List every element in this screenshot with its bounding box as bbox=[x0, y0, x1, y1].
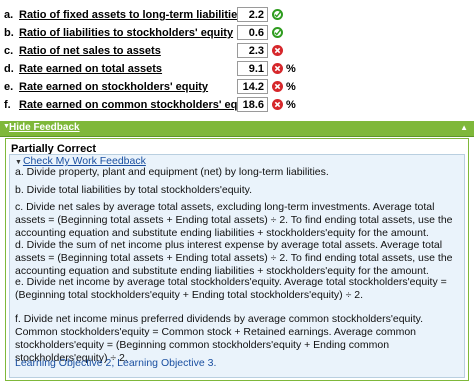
answer-input[interactable] bbox=[237, 97, 268, 112]
feedback-item: c. Divide net sales by average total ass… bbox=[15, 201, 453, 239]
x-icon bbox=[272, 63, 283, 74]
learning-objectives: Learning Objective 2, Learning Objective… bbox=[15, 357, 216, 369]
x-icon bbox=[272, 99, 283, 110]
lo-suffix: . bbox=[213, 357, 217, 369]
feedback-item: a. Divide property, plant and equipment … bbox=[15, 166, 329, 178]
question-label: Ratio of liabilities to stockholders' eq… bbox=[19, 27, 234, 39]
feedback-content: ▼Check My Work Feedback a. Divide proper… bbox=[9, 154, 465, 378]
feedback-panel: Partially Correct ▼Check My Work Feedbac… bbox=[5, 138, 469, 381]
question-label: Ratio of fixed assets to long-term liabi… bbox=[19, 9, 244, 21]
percent-unit: % bbox=[286, 63, 296, 75]
percent-unit: % bbox=[286, 99, 296, 111]
question-label: Rate earned on total assets bbox=[19, 63, 163, 75]
triangle-down-icon: ▼ bbox=[15, 159, 22, 166]
learning-objective-2-link[interactable]: Learning Objective 2 bbox=[15, 357, 111, 369]
question-letter: b. bbox=[4, 27, 14, 39]
question-letter: f. bbox=[4, 99, 11, 111]
answer-input[interactable] bbox=[237, 79, 268, 94]
question-label: Ratio of net sales to assets bbox=[19, 45, 161, 57]
feedback-item: b. Divide total liabilities by total sto… bbox=[15, 184, 253, 196]
learning-objective-3-link[interactable]: Learning Objective 3 bbox=[117, 357, 213, 369]
question-label: Rate earned on common stockholders' equi… bbox=[19, 99, 257, 111]
feedback-item: e. Divide net income by average total st… bbox=[15, 276, 447, 301]
x-icon bbox=[272, 81, 283, 92]
percent-unit: % bbox=[286, 81, 296, 93]
check-icon bbox=[272, 9, 283, 20]
answer-input[interactable] bbox=[237, 61, 268, 76]
x-icon bbox=[272, 45, 283, 56]
feedback-item: d. Divide the sum of net income plus int… bbox=[15, 239, 453, 277]
collapse-icon[interactable]: ▲ bbox=[460, 123, 468, 132]
answer-input[interactable] bbox=[237, 43, 268, 58]
question-letter: a. bbox=[4, 9, 14, 21]
question-label: Rate earned on stockholders' equity bbox=[19, 81, 209, 93]
answer-input[interactable] bbox=[237, 7, 268, 22]
feedback-bar[interactable]: ▼ Hide Feedback ▲ bbox=[0, 121, 474, 137]
question-letter: e. bbox=[4, 81, 14, 93]
question-letter: c. bbox=[4, 45, 14, 57]
hide-feedback-link[interactable]: Hide Feedback bbox=[9, 122, 80, 133]
answer-input[interactable] bbox=[237, 25, 268, 40]
check-icon bbox=[272, 27, 283, 38]
question-letter: d. bbox=[4, 63, 14, 75]
